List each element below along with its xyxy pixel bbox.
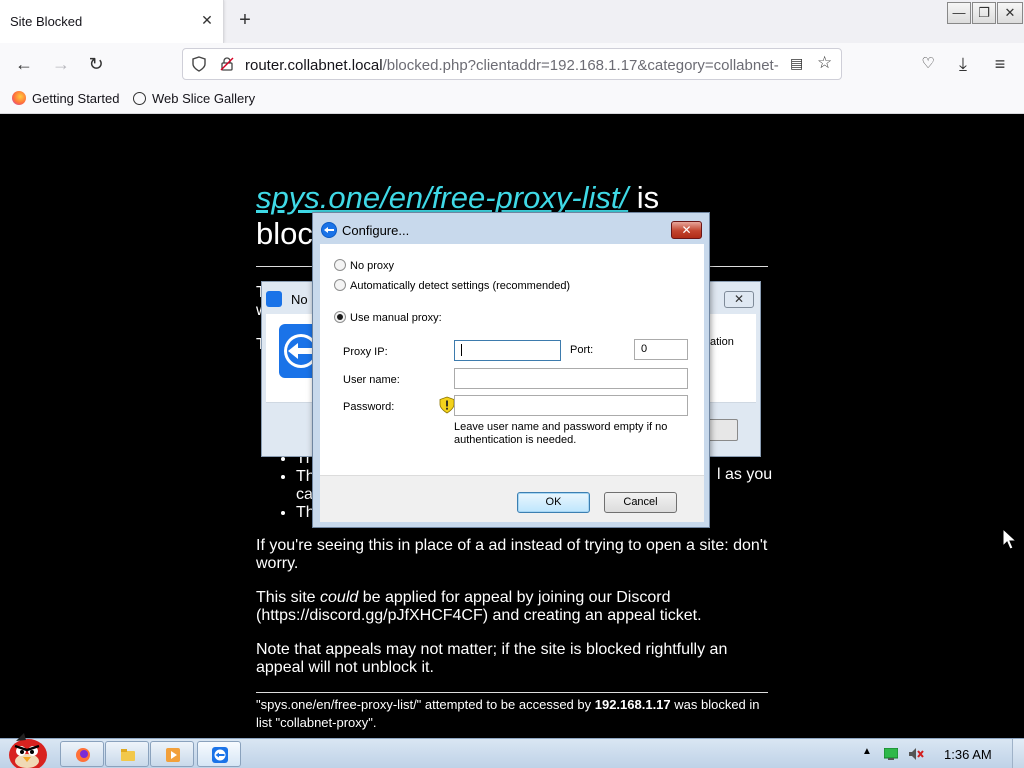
shield-tracking-icon[interactable] bbox=[191, 56, 207, 72]
taskbar-explorer[interactable] bbox=[105, 741, 149, 767]
port-label: Port: bbox=[570, 344, 594, 356]
appeal-text-1: This site bbox=[256, 589, 321, 606]
proxy-ip-label: Proxy IP: bbox=[343, 346, 388, 358]
background-dialog-close-button[interactable]: ✕ bbox=[724, 291, 754, 308]
close-window-button[interactable]: ✕ bbox=[997, 2, 1023, 24]
back-icon[interactable]: ← bbox=[13, 53, 35, 75]
radio-manual-proxy[interactable]: Use manual proxy: bbox=[334, 311, 442, 324]
dialog-close-button[interactable]: ✕ bbox=[671, 221, 702, 239]
bookmark-getting-started[interactable]: Getting Started bbox=[12, 91, 119, 106]
paragraph-ad: If you're seeing this in place of a ad i… bbox=[256, 537, 768, 572]
minimize-button[interactable]: — bbox=[947, 2, 971, 24]
taskbar: ▲ 1:36 AM bbox=[0, 733, 1024, 768]
divider-bottom bbox=[256, 692, 768, 693]
ok-button[interactable]: OK bbox=[517, 492, 590, 513]
bookmark-web-slice-gallery[interactable]: Web Slice Gallery bbox=[133, 91, 255, 106]
tab-title: Site Blocked bbox=[10, 14, 83, 29]
background-dialog-button[interactable] bbox=[708, 419, 738, 441]
taskbar-media-player[interactable] bbox=[150, 741, 194, 767]
volume-muted-icon[interactable] bbox=[908, 747, 924, 761]
show-hidden-icons-icon[interactable]: ▲ bbox=[862, 746, 872, 757]
radio-auto-detect[interactable]: Automatically detect settings (recommend… bbox=[334, 279, 570, 292]
background-dialog-title: No bbox=[291, 292, 308, 307]
teamviewer-icon bbox=[266, 291, 282, 307]
paragraph-appeal: This site could be applied for appeal by… bbox=[256, 589, 768, 625]
cancel-button[interactable]: Cancel bbox=[604, 492, 677, 513]
insecure-lock-icon[interactable] bbox=[219, 56, 235, 72]
forward-icon[interactable]: → bbox=[50, 53, 72, 75]
pocket-icon[interactable]: ♡ bbox=[917, 53, 939, 75]
text-caret bbox=[461, 344, 462, 356]
radio-no-proxy[interactable]: No proxy bbox=[334, 259, 394, 272]
bullet-tail-text: l as you bbox=[717, 466, 773, 483]
credentials-note: Leave user name and password empty if no… bbox=[454, 421, 668, 446]
reader-view-icon[interactable]: ▤ bbox=[790, 55, 803, 72]
radio-button[interactable] bbox=[334, 259, 346, 271]
address-bar[interactable]: router.collabnet.local/blocked.php?clien… bbox=[182, 48, 842, 80]
taskbar-teamviewer[interactable] bbox=[197, 741, 241, 767]
background-dialog-text: ation bbox=[710, 336, 734, 348]
dialog-title: Configure... bbox=[342, 223, 410, 238]
footer-text-1: "spys.one/en/free-proxy-list/" attempted… bbox=[256, 697, 595, 712]
radio-label: Use manual proxy: bbox=[350, 312, 442, 324]
globe-icon bbox=[133, 92, 146, 105]
password-input[interactable] bbox=[454, 395, 688, 416]
port-input[interactable]: 0 bbox=[634, 339, 688, 360]
bookmark-label: Web Slice Gallery bbox=[152, 91, 256, 106]
radio-button-selected[interactable] bbox=[334, 311, 346, 323]
block-footer: "spys.one/en/free-proxy-list/" attempted… bbox=[256, 696, 768, 732]
window-controls: — ❐ ✕ bbox=[947, 2, 1024, 26]
tab-site-blocked[interactable]: Site Blocked ✕ bbox=[0, 0, 224, 43]
headline-line-2: bloc bbox=[256, 216, 313, 251]
folder-icon bbox=[121, 749, 135, 761]
dialog-body: No proxy Automatically detect settings (… bbox=[320, 244, 704, 475]
firefox-icon bbox=[12, 91, 26, 105]
firefox-icon bbox=[76, 748, 90, 762]
tab-close-icon[interactable]: ✕ bbox=[199, 12, 215, 29]
taskbar-firefox[interactable] bbox=[60, 741, 104, 767]
tab-bar: Site Blocked ✕ + — ❐ ✕ bbox=[0, 0, 1024, 43]
start-button-icon[interactable] bbox=[2, 731, 50, 768]
teamviewer-icon bbox=[212, 747, 228, 763]
configure-proxy-dialog: Configure... ✕ No proxy Automatically de… bbox=[312, 212, 710, 528]
radio-label: Automatically detect settings (recommend… bbox=[350, 280, 571, 292]
media-player-icon bbox=[166, 748, 180, 762]
nav-bar: ← → ↻ router.collabnet.local/blocked.php… bbox=[0, 43, 1024, 86]
show-desktop-button[interactable] bbox=[1012, 739, 1024, 768]
blocked-site-link[interactable]: spys.one/en/free-proxy-list/ bbox=[256, 180, 628, 215]
url-host: router.collabnet.local bbox=[245, 57, 383, 74]
dialog-footer: OK Cancel bbox=[320, 475, 704, 522]
network-icon[interactable] bbox=[884, 748, 898, 760]
mouse-cursor-icon bbox=[1002, 528, 1018, 550]
radio-button[interactable] bbox=[334, 279, 346, 291]
footer-ip: 192.168.1.17 bbox=[594, 697, 671, 712]
url-text: router.collabnet.local/blocked.php?clien… bbox=[245, 57, 787, 74]
username-label: User name: bbox=[343, 374, 400, 386]
restore-button[interactable]: ❐ bbox=[972, 2, 996, 24]
new-tab-icon[interactable]: + bbox=[236, 9, 254, 32]
appeal-emphasis: could bbox=[320, 589, 359, 606]
reload-icon[interactable]: ↻ bbox=[85, 53, 107, 75]
teamviewer-icon bbox=[321, 222, 337, 238]
bookmark-label: Getting Started bbox=[32, 91, 120, 106]
proxy-ip-input[interactable] bbox=[454, 340, 561, 361]
downloads-icon[interactable]: ⤓ bbox=[952, 53, 974, 75]
paragraph-note: Note that appeals may not matter; if the… bbox=[256, 641, 728, 676]
url-path: /blocked.php?clientaddr=192.168.1.17&cat… bbox=[382, 57, 779, 74]
password-label: Password: bbox=[343, 401, 395, 413]
radio-label: No proxy bbox=[350, 260, 395, 272]
bookmark-star-icon[interactable]: ☆ bbox=[817, 53, 832, 73]
bookmarks-bar: Getting Started Web Slice Gallery bbox=[0, 86, 1024, 114]
taskbar-clock[interactable]: 1:36 AM bbox=[944, 747, 992, 762]
username-input[interactable] bbox=[454, 368, 688, 389]
menu-icon[interactable]: ≡ bbox=[989, 53, 1011, 75]
headline-suffix: is bbox=[628, 180, 660, 215]
